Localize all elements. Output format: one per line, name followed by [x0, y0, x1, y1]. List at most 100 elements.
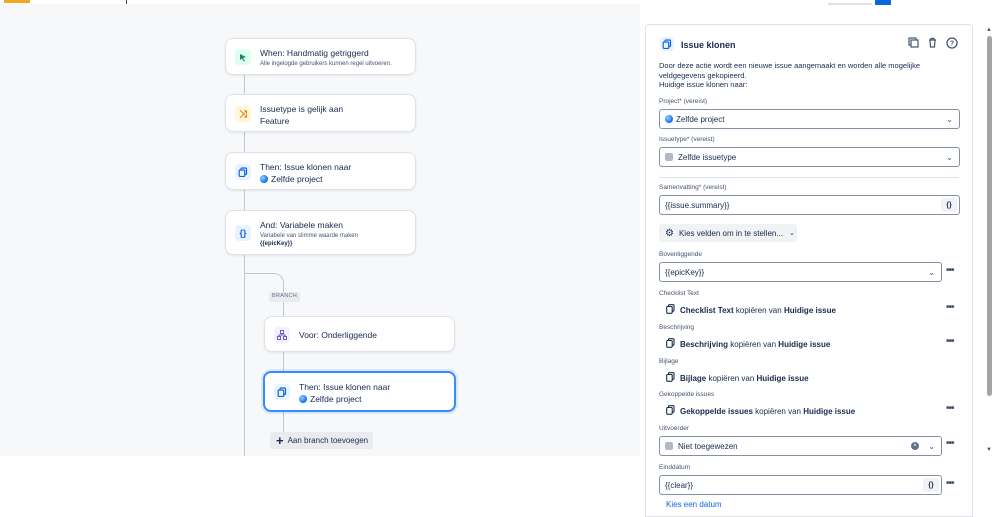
summary-input[interactable]: {{issue.summary}} {} [659, 195, 960, 215]
divider [659, 177, 959, 178]
panel-description: Door deze actie wordt een nieuwe issue a… [659, 61, 920, 89]
hierarchy-icon [274, 327, 290, 343]
node-subtitle: Alle ingelogde gebruikers kunnen regel u… [260, 61, 392, 67]
plus-icon: + [276, 433, 284, 448]
assignee-select[interactable]: Niet toegewezen × ⌄ [659, 436, 942, 456]
add-to-branch-button[interactable]: + Aan branch toevoegen [270, 432, 373, 449]
globe-icon [299, 395, 307, 403]
duedate-label: Einddatum [659, 464, 691, 471]
connector-line [283, 412, 284, 432]
copy-icon [666, 338, 675, 350]
top-tab-underline [828, 3, 872, 5]
parent-label: Bovenliggende [659, 251, 703, 258]
action-config-panel: Issue klonen ? Door deze actie wordt een… [645, 24, 973, 517]
copy-field-label: Beschrijving [659, 324, 695, 331]
scroll-up-icon[interactable]: ▲ [986, 27, 992, 33]
chevron-down-icon: ⌄ [946, 115, 953, 124]
add-to-branch-label: Aan branch toevoegen [287, 436, 369, 445]
help-icon[interactable]: ? [945, 36, 958, 49]
scroll-down-icon[interactable]: ▼ [986, 447, 992, 453]
branch-connector [244, 273, 284, 287]
condition-node[interactable]: ⤨ Issuetype is gelijk aan Feature [225, 94, 416, 132]
shuffle-icon: ⤨ [235, 106, 251, 122]
node-title: Issuetype is gelijk aan [260, 104, 344, 114]
issuetype-label: Issuetype* (vereist) [659, 136, 715, 143]
create-variable-node[interactable]: {} And: Variabele maken Variabele van sl… [225, 210, 416, 255]
more-options-icon[interactable]: ••• [946, 265, 954, 276]
copy-icon [666, 304, 675, 316]
copy-icon [660, 37, 674, 51]
trigger-node[interactable]: When: Handmatig getriggerd Alle ingelogd… [225, 38, 416, 75]
more-options-icon[interactable]: ••• [946, 336, 954, 347]
svg-text:?: ? [949, 40, 953, 47]
more-options-icon[interactable]: ••• [946, 403, 954, 414]
user-avatar-icon [665, 442, 673, 450]
choose-fields-label: Kies velden om in te stellen... [678, 228, 784, 238]
node-subtitle: Zelfde project [299, 394, 362, 404]
smart-value-button[interactable]: {} [941, 198, 957, 212]
copy-field-row: Bijlage kopiëren van Huidige issue [666, 372, 809, 384]
assignee-value: Niet toegewezen [678, 441, 738, 451]
rule-canvas: When: Handmatig getriggerd Alle ingelogd… [0, 4, 640, 456]
node-title: And: Variabele maken [260, 220, 344, 230]
branch-clone-issue-node[interactable]: Then: Issue klonen naar Zelfde project [263, 371, 456, 412]
chevron-down-icon: ⌄ [928, 442, 935, 451]
node-subtitle: Feature [260, 116, 290, 126]
copy-icon [666, 372, 675, 384]
panel-header-actions: ? [907, 36, 958, 49]
top-tab-indicator[interactable] [875, 0, 891, 5]
copy-field-row: Checklist Text kopiëren van Huidige issu… [666, 304, 836, 316]
copy-icon [235, 164, 251, 180]
parent-value: {{epicKey}} [665, 267, 705, 277]
parent-select[interactable]: {{epicKey}} ⌄ [659, 262, 942, 282]
smart-value-button[interactable]: {} [923, 478, 939, 492]
clear-icon[interactable]: × [911, 442, 919, 450]
gear-icon: ⚙ [665, 227, 674, 239]
branch-node[interactable]: Voor: Onderliggende [264, 316, 455, 352]
issuetype-value: Zelfde issuetype [678, 152, 737, 162]
node-value: {{epicKey}} [260, 241, 293, 247]
node-title: Then: Issue klonen naar [260, 162, 352, 172]
issuetype-icon [665, 153, 673, 161]
branch-label: BRANCH [269, 292, 301, 302]
chevron-down-icon: ⌄ [946, 153, 953, 162]
scrollbar-thumb[interactable] [987, 36, 992, 396]
duedate-value: {{clear}} [665, 480, 694, 490]
issuetype-select[interactable]: Zelfde issuetype ⌄ [659, 147, 960, 167]
assignee-label: Uitvoerder [659, 425, 689, 432]
node-title: Then: Issue klonen naar [299, 382, 391, 392]
node-title: When: Handmatig getriggerd [260, 48, 369, 58]
project-value: Zelfde project [676, 114, 725, 124]
braces-icon: {} [235, 225, 251, 241]
pick-date-link[interactable]: Kies een datum [666, 500, 722, 509]
copy-icon [666, 405, 675, 417]
project-label: Project* (vereist) [659, 98, 708, 105]
choose-fields-button[interactable]: ⚙ Kies velden om in te stellen... ⌄ [659, 224, 797, 242]
project-select[interactable]: Zelfde project ⌄ [659, 109, 960, 129]
connector-line [283, 352, 284, 371]
copy-field-row: Gekoppelde issues kopiëren van Huidige i… [666, 405, 855, 417]
summary-label: Samenvatting* (vereist) [659, 184, 727, 191]
copy-field-label: Gekoppelde issues [659, 391, 715, 398]
globe-icon [260, 175, 268, 183]
cursor-click-icon [235, 49, 251, 65]
top-accent-bar [4, 0, 30, 3]
more-options-icon[interactable]: ••• [946, 302, 954, 313]
trash-icon[interactable] [926, 36, 939, 49]
copy-field-row: Beschrijving kopiëren van Huidige issue [666, 338, 830, 350]
copy-field-label: Bijlage [659, 358, 679, 365]
duplicate-icon[interactable] [907, 36, 920, 49]
chevron-down-icon: ⌄ [928, 268, 935, 277]
node-subtitle: Zelfde project [260, 174, 323, 184]
node-title: Voor: Onderliggende [299, 330, 377, 340]
more-options-icon[interactable]: ••• [946, 478, 954, 489]
copy-icon [274, 384, 290, 400]
panel-title: Issue klonen [681, 40, 736, 50]
node-subtitle: Variabele van slimme waarde maken [260, 233, 358, 239]
summary-value: {{issue.summary}} [665, 200, 730, 210]
more-options-icon[interactable]: ••• [946, 438, 954, 449]
clone-issue-node[interactable]: Then: Issue klonen naar Zelfde project [225, 152, 416, 190]
copy-field-label: Checklist Text [659, 290, 699, 297]
duedate-input[interactable]: {{clear}} {} [659, 475, 942, 495]
globe-icon [665, 115, 673, 123]
